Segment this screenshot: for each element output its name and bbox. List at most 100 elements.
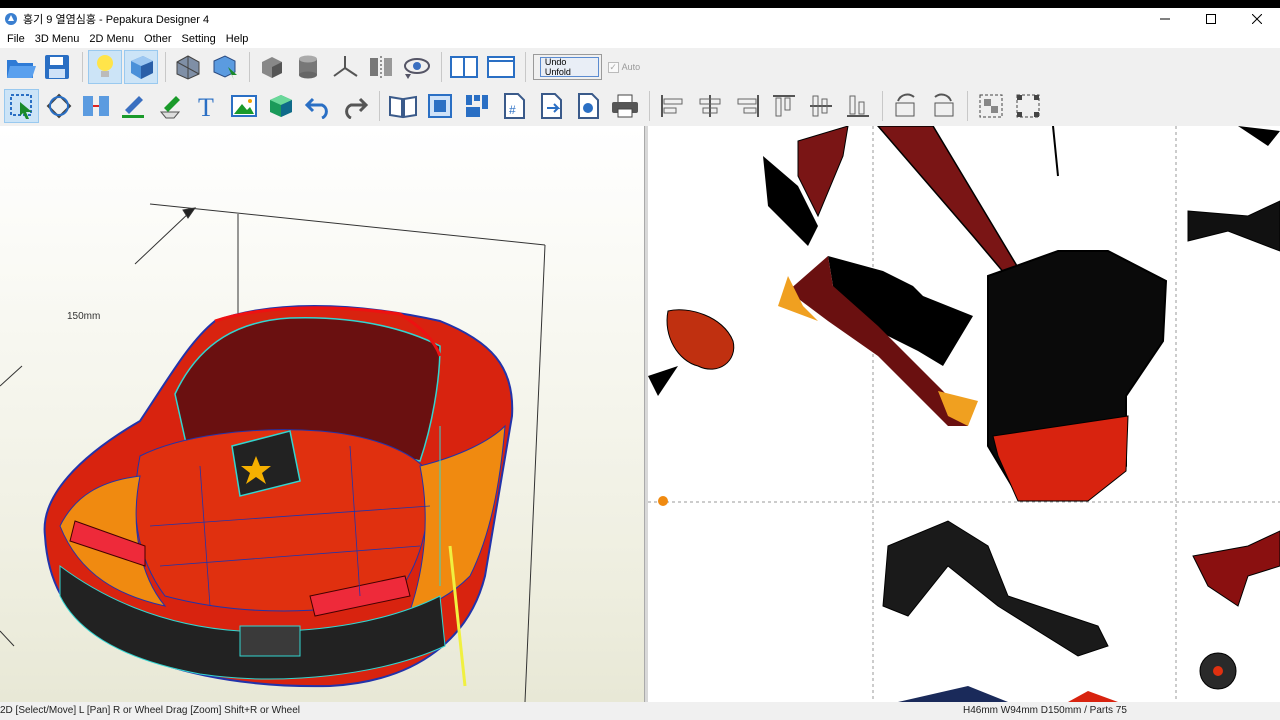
align-left-button[interactable]	[655, 89, 690, 123]
toolbar-separator	[524, 52, 526, 82]
fit-page-button[interactable]	[422, 89, 457, 123]
auto-checkbox-group[interactable]: ✓ Auto	[607, 61, 641, 73]
rotate-left-icon	[895, 93, 915, 117]
save-button[interactable]	[40, 50, 74, 84]
align-center-h-button[interactable]	[692, 89, 727, 123]
lightbulb-icon	[96, 55, 113, 77]
menu-setting[interactable]: Setting	[177, 33, 221, 45]
axis-icon	[332, 56, 358, 77]
cylinder-primitive-button[interactable]	[291, 50, 325, 84]
rotate-part-tool[interactable]	[41, 89, 76, 123]
close-icon	[1252, 14, 1262, 24]
split-view-button[interactable]	[447, 50, 481, 84]
svg-text:T: T	[198, 93, 214, 120]
page-number-icon: #	[503, 93, 525, 119]
unfold-cube-icon	[269, 95, 292, 117]
unfold-tool[interactable]	[263, 89, 298, 123]
join-edge-tool[interactable]	[78, 89, 113, 123]
toolbar-separator	[248, 52, 250, 82]
align-left-icon	[660, 95, 682, 117]
export-page-icon	[540, 93, 562, 119]
window-controls	[1142, 8, 1280, 30]
menu-3d[interactable]: 3D Menu	[30, 33, 85, 45]
text-tool[interactable]: T	[189, 89, 224, 123]
toolbar-separator	[882, 91, 883, 121]
print-preview-button[interactable]	[570, 89, 605, 123]
menu-other[interactable]: Other	[139, 33, 177, 45]
rotate-view-button[interactable]	[400, 50, 434, 84]
align-top-button[interactable]	[766, 89, 801, 123]
rotate-right-button[interactable]	[925, 89, 960, 123]
split-view-icon	[450, 56, 479, 78]
select-move-tool[interactable]	[4, 89, 39, 123]
book-view-button[interactable]	[385, 89, 420, 123]
select-face-button[interactable]	[208, 50, 242, 84]
pepakura-logo-icon	[5, 13, 17, 25]
undo-button[interactable]	[300, 89, 335, 123]
text-icon: T	[198, 93, 214, 120]
redo-icon	[344, 97, 368, 119]
undo-icon	[304, 97, 328, 119]
close-button[interactable]	[1234, 8, 1280, 30]
auto-checkbox[interactable]: ✓	[607, 61, 619, 73]
image-tool[interactable]	[226, 89, 261, 123]
arrange-parts-button[interactable]	[459, 89, 494, 123]
mirror-button[interactable]	[364, 50, 398, 84]
align-center-icon	[699, 95, 720, 117]
model-polygon-icon	[176, 55, 200, 80]
rotate-left-button[interactable]	[888, 89, 923, 123]
undo-unfold-button[interactable]: Undo Unfold	[539, 57, 599, 77]
menu-help[interactable]: Help	[221, 33, 254, 45]
print-button[interactable]	[607, 89, 642, 123]
align-right-button[interactable]	[729, 89, 764, 123]
group-button[interactable]	[973, 89, 1008, 123]
cylinder-icon	[299, 55, 318, 79]
page-number-button[interactable]: #	[496, 89, 531, 123]
app-window: 홍기 9 열염심홍 - Pepakura Designer 4 File 3D …	[0, 8, 1280, 720]
menu-2d[interactable]: 2D Menu	[84, 33, 139, 45]
svg-text:#: #	[509, 103, 516, 117]
unfolded-parts	[648, 126, 1280, 702]
align-bottom-button[interactable]	[840, 89, 875, 123]
status-bar: 2D [Select/Move] L [Pan] R or Wheel Drag…	[0, 702, 1280, 720]
rotate-eye-icon	[404, 58, 431, 79]
maximize-button[interactable]	[1188, 8, 1234, 30]
status-hint: 2D [Select/Move] L [Pan] R or Wheel Drag…	[0, 705, 301, 716]
toolbar-3d: Undo Unfold ✓ Auto	[0, 48, 640, 86]
menu-file[interactable]: File	[2, 33, 30, 45]
single-view-icon	[486, 56, 515, 78]
light-toggle-button[interactable]	[87, 50, 122, 84]
fit-page-icon	[427, 94, 452, 118]
rotate-right-icon	[933, 93, 953, 117]
2d-view-canvas[interactable]	[648, 126, 1280, 702]
toolbar-separator	[81, 52, 83, 82]
model-view-button[interactable]	[171, 50, 205, 84]
ungroup-button[interactable]	[1010, 89, 1045, 123]
export-page-button[interactable]	[533, 89, 568, 123]
axis-button[interactable]	[327, 50, 361, 84]
minimize-button[interactable]	[1142, 8, 1188, 30]
3d-view-canvas[interactable]: 150mm	[0, 126, 644, 702]
fold-line-tool[interactable]	[152, 89, 187, 123]
align-right-icon	[737, 95, 759, 117]
redo-button[interactable]	[337, 89, 372, 123]
pencil-line-icon	[121, 96, 144, 118]
single-view-button[interactable]	[484, 50, 518, 84]
draw-line-tool[interactable]	[115, 89, 150, 123]
toolbar-separator	[967, 91, 968, 121]
undo-unfold-frame: Undo Unfold	[532, 54, 602, 80]
align-top-icon	[772, 95, 795, 117]
cube-primitive-button[interactable]	[255, 50, 289, 84]
minimize-icon	[1160, 18, 1170, 20]
open-button[interactable]	[4, 50, 38, 84]
printer-icon	[611, 94, 638, 118]
2d-pattern-sheet	[648, 126, 1280, 702]
car-model	[43, 305, 514, 688]
align-middle-button[interactable]	[803, 89, 838, 123]
menu-bar: File 3D Menu 2D Menu Other Setting Help	[0, 30, 1280, 48]
save-icon	[45, 55, 70, 79]
align-middle-icon	[809, 95, 832, 117]
auto-label: Auto	[621, 62, 641, 72]
select-move-icon	[9, 94, 32, 119]
texture-toggle-button[interactable]	[123, 50, 159, 84]
